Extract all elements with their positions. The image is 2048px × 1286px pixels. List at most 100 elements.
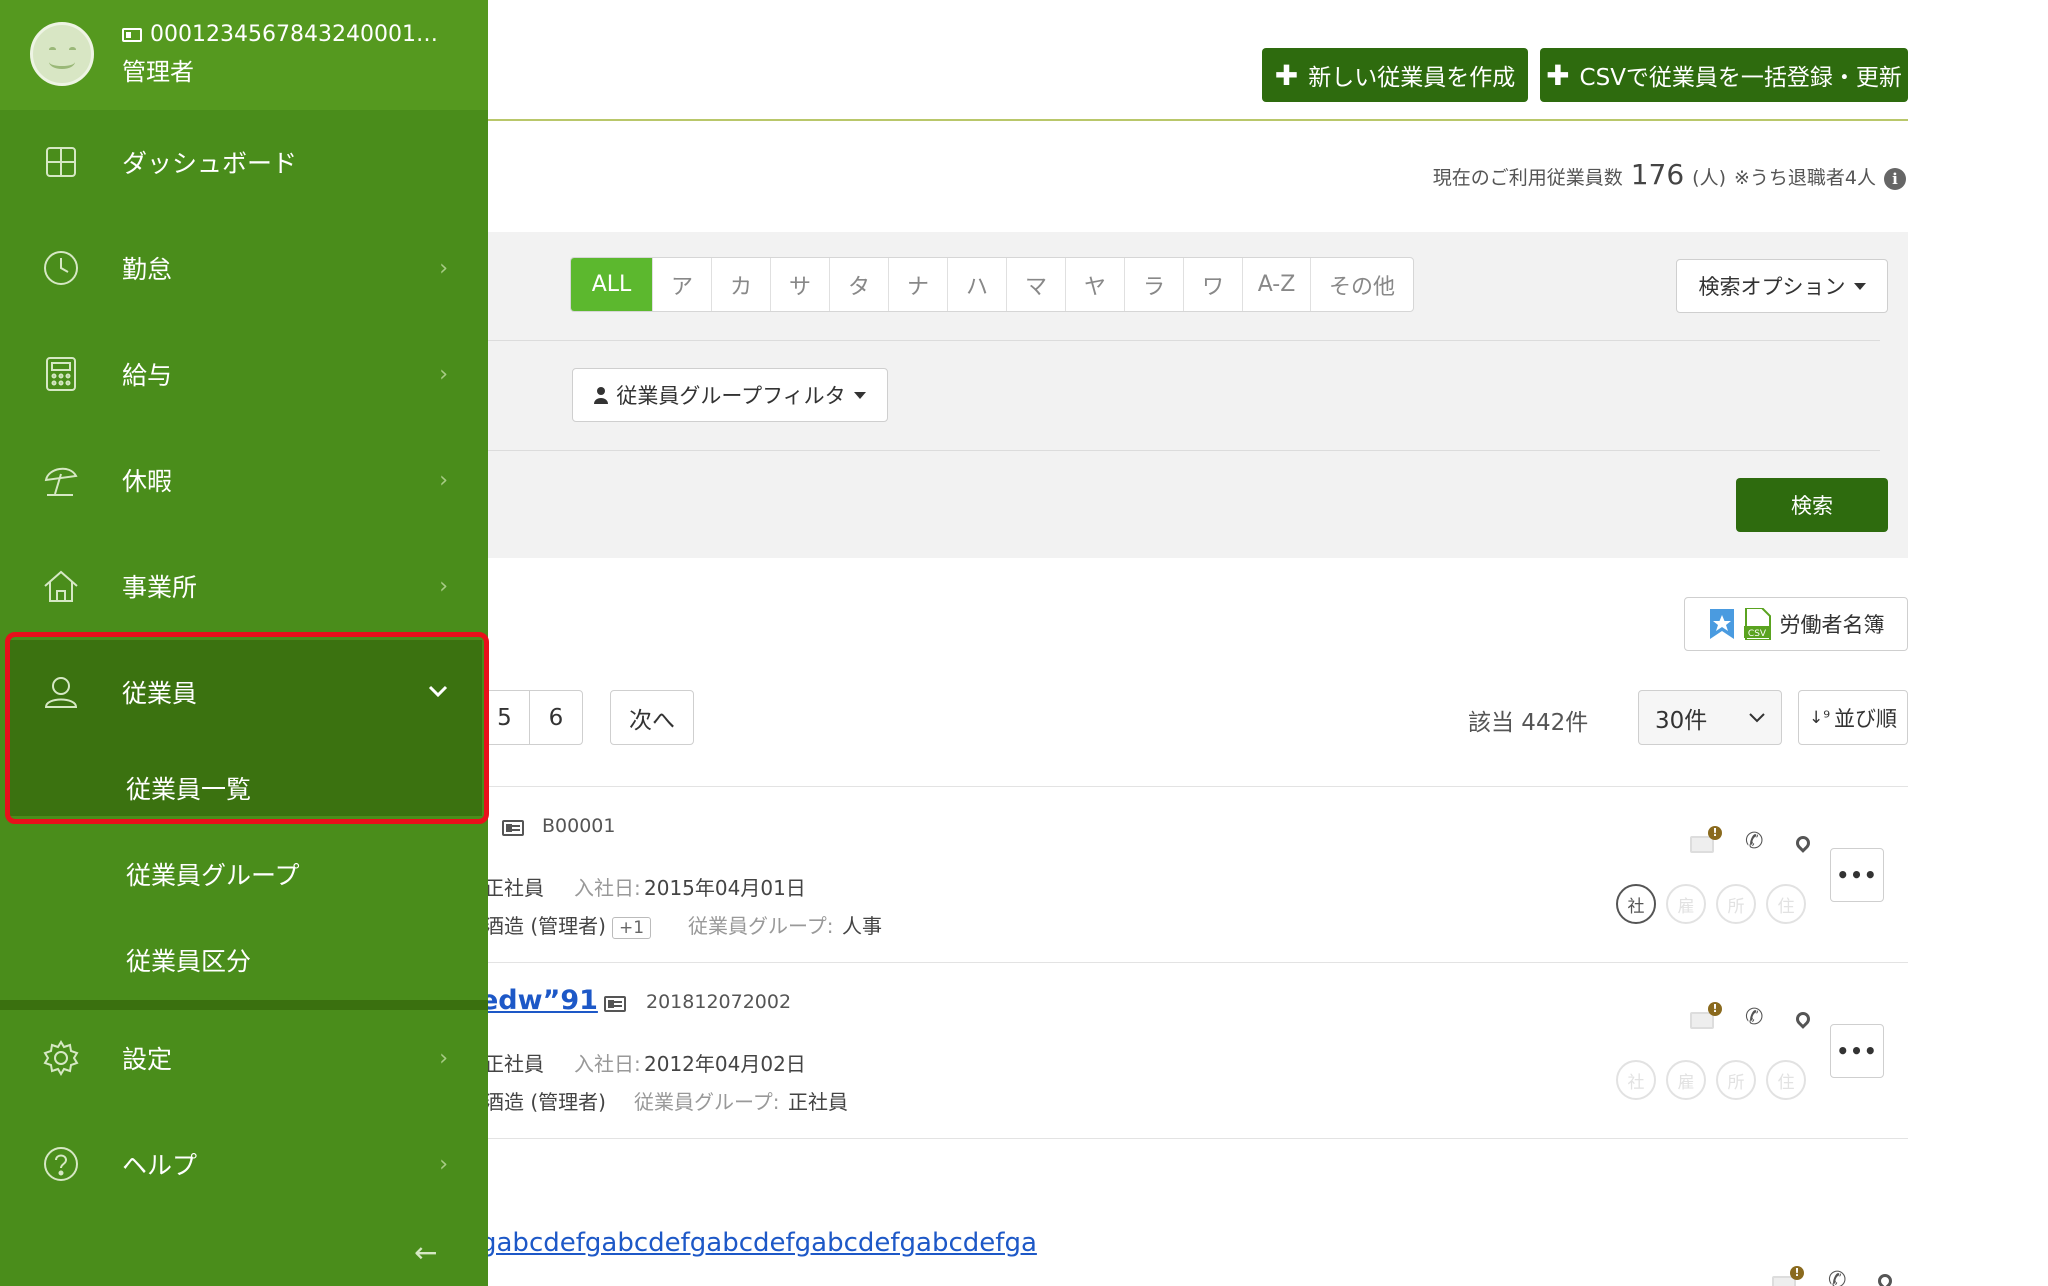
chevron-right-icon: › bbox=[439, 1151, 448, 1177]
csv-bulk-register-button[interactable]: ✚ CSVで従業員を一括登録・更新 bbox=[1540, 48, 1908, 102]
sort-order-button[interactable]: ↓⁹ 並び順 bbox=[1798, 690, 1908, 745]
kana-tab-wa[interactable]: ワ bbox=[1184, 258, 1243, 311]
clock-icon bbox=[42, 249, 80, 287]
usage-unit: (人) bbox=[1692, 167, 1726, 189]
badge-income-tax: 所 bbox=[1716, 884, 1756, 924]
sidebar: 0001234567843240001… 管理者 ダッシュボード 勤怠 › 給与… bbox=[0, 0, 489, 1286]
office-info: 酒造 (管理者) +1 bbox=[484, 910, 652, 939]
chevron-right-icon: › bbox=[439, 361, 448, 387]
employee-id: 201812072002 bbox=[646, 991, 792, 1013]
hire-date-label: 入社日: bbox=[574, 876, 641, 900]
badge-employment-insurance: 雇 bbox=[1666, 1060, 1706, 1100]
sidebar-item-help[interactable]: ヘルプ › bbox=[0, 1118, 488, 1210]
page-6-link[interactable]: 6 bbox=[529, 690, 583, 745]
grid-icon bbox=[42, 143, 80, 181]
create-employee-button[interactable]: ✚ 新しい従業員を作成 bbox=[1262, 48, 1528, 102]
id-card-icon bbox=[502, 820, 524, 836]
plus-icon: ✚ bbox=[1546, 58, 1570, 92]
phone-icon[interactable]: ✆ bbox=[1828, 1268, 1846, 1286]
sidebar-item-attendance[interactable]: 勤怠 › bbox=[0, 222, 488, 314]
kana-tab-all[interactable]: ALL bbox=[571, 258, 653, 311]
sort-icon: ↓⁹ bbox=[1808, 707, 1831, 728]
group-filter-dropdown[interactable]: 従業員グループフィルタ bbox=[572, 368, 888, 422]
create-employee-label: 新しい従業員を作成 bbox=[1308, 65, 1516, 91]
row-divider bbox=[480, 786, 1908, 787]
hire-date-label: 入社日: bbox=[574, 1052, 641, 1076]
kana-tab-ha[interactable]: ハ bbox=[948, 258, 1007, 311]
sidebar-subitem-employee-groups[interactable]: 従業員グループ bbox=[0, 838, 488, 908]
sidebar-item-settings[interactable]: 設定 › bbox=[0, 1012, 488, 1104]
office-name: 酒造 (管理者) bbox=[484, 1090, 606, 1114]
kana-tab-az[interactable]: A-Z bbox=[1243, 258, 1311, 311]
search-panel-divider bbox=[480, 340, 1880, 341]
umbrella-icon bbox=[42, 461, 80, 499]
alert-icon: ! bbox=[1708, 826, 1722, 840]
group-label: 従業員グループ: bbox=[688, 914, 834, 938]
sort-order-label: 並び順 bbox=[1834, 706, 1898, 731]
phone-icon[interactable]: ✆ bbox=[1745, 1005, 1763, 1030]
employee-name-link[interactable]: gabcdefgabcdefgabcdefgabcdefgabcdefga bbox=[480, 1228, 1037, 1258]
worker-roster-button[interactable]: CSV 労働者名簿 bbox=[1684, 597, 1908, 651]
per-page-value: 30件 bbox=[1655, 707, 1708, 734]
home-icon bbox=[42, 567, 80, 605]
sidebar-item-label: 休暇 bbox=[122, 467, 173, 496]
usage-count: 176 bbox=[1630, 158, 1685, 191]
sidebar-item-label: 勤怠 bbox=[122, 255, 173, 284]
kana-tab-ka[interactable]: カ bbox=[712, 258, 771, 311]
question-icon bbox=[42, 1145, 80, 1183]
csv-file-icon: CSV bbox=[1743, 608, 1771, 640]
badge-income-tax: 所 bbox=[1716, 1060, 1756, 1100]
user-id: 0001234567843240001… bbox=[122, 22, 438, 47]
next-page-button[interactable]: 次へ bbox=[610, 690, 694, 745]
group-value: 正社員 bbox=[788, 1090, 848, 1114]
kana-tab-ta[interactable]: タ bbox=[830, 258, 889, 311]
kana-tab-ra[interactable]: ラ bbox=[1125, 258, 1184, 311]
caret-down-icon bbox=[1853, 282, 1866, 290]
sidebar-item-label: ダッシュボード bbox=[122, 149, 298, 178]
csv-tag: CSV bbox=[1747, 629, 1766, 639]
group-label: 従業員グループ: bbox=[634, 1090, 780, 1114]
gear-icon bbox=[42, 1039, 80, 1077]
group-filter-label: 従業員グループフィルタ bbox=[616, 384, 846, 408]
extra-office-count[interactable]: +1 bbox=[611, 917, 652, 939]
alert-icon: ! bbox=[1708, 1002, 1722, 1016]
phone-icon[interactable]: ✆ bbox=[1745, 829, 1763, 854]
row-more-button[interactable]: ••• bbox=[1830, 1024, 1884, 1078]
kana-tab-na[interactable]: ナ bbox=[889, 258, 948, 311]
usage-note: ※うち退職者4人 bbox=[1733, 167, 1876, 189]
kana-tab-other[interactable]: その他 bbox=[1311, 258, 1413, 311]
per-page-select[interactable]: 30件 bbox=[1638, 690, 1782, 745]
kana-tab-a[interactable]: ア bbox=[653, 258, 712, 311]
sidebar-item-payroll[interactable]: 給与 › bbox=[0, 328, 488, 420]
location-pin-icon[interactable] bbox=[1793, 833, 1813, 853]
sidebar-subitem-employee-classes[interactable]: 従業員区分 bbox=[0, 924, 488, 994]
row-divider bbox=[480, 1138, 1908, 1139]
user-icon bbox=[594, 387, 609, 404]
badge-resident-tax: 住 bbox=[1766, 1060, 1806, 1100]
sidebar-item-leave[interactable]: 休暇 › bbox=[0, 434, 488, 526]
location-pin-icon[interactable] bbox=[1875, 1271, 1895, 1286]
search-button[interactable]: 検索 bbox=[1736, 478, 1888, 532]
plus-icon: ✚ bbox=[1274, 58, 1299, 92]
badge-employment-insurance: 雇 bbox=[1666, 884, 1706, 924]
location-pin-icon[interactable] bbox=[1793, 1009, 1813, 1029]
kana-tab-sa[interactable]: サ bbox=[771, 258, 830, 311]
kana-tab-ya[interactable]: ヤ bbox=[1066, 258, 1125, 311]
kana-tab-ma[interactable]: マ bbox=[1007, 258, 1066, 311]
user-id-value: 0001234567843240001… bbox=[150, 22, 438, 47]
sidebar-item-office[interactable]: 事業所 › bbox=[0, 540, 488, 632]
chevron-down-icon bbox=[1749, 712, 1765, 722]
collapse-sidebar-icon[interactable]: ← bbox=[414, 1236, 437, 1269]
id-card-icon bbox=[604, 996, 626, 1012]
sidebar-item-dashboard[interactable]: ダッシュボード bbox=[0, 116, 488, 208]
badge-social-insurance: 社 bbox=[1616, 1060, 1656, 1100]
info-icon[interactable]: i bbox=[1884, 168, 1906, 190]
header-divider bbox=[480, 119, 1908, 121]
employee-name-link[interactable]: edw”91 bbox=[480, 985, 598, 1016]
sidebar-subitem-label: 従業員グループ bbox=[126, 861, 300, 890]
search-options-dropdown[interactable]: 検索オプション bbox=[1676, 259, 1888, 313]
sidebar-user-header[interactable]: 0001234567843240001… 管理者 bbox=[0, 0, 488, 110]
row-more-button[interactable]: ••• bbox=[1830, 848, 1884, 902]
alert-icon: ! bbox=[1790, 1266, 1804, 1280]
search-options-label: 検索オプション bbox=[1698, 275, 1846, 299]
